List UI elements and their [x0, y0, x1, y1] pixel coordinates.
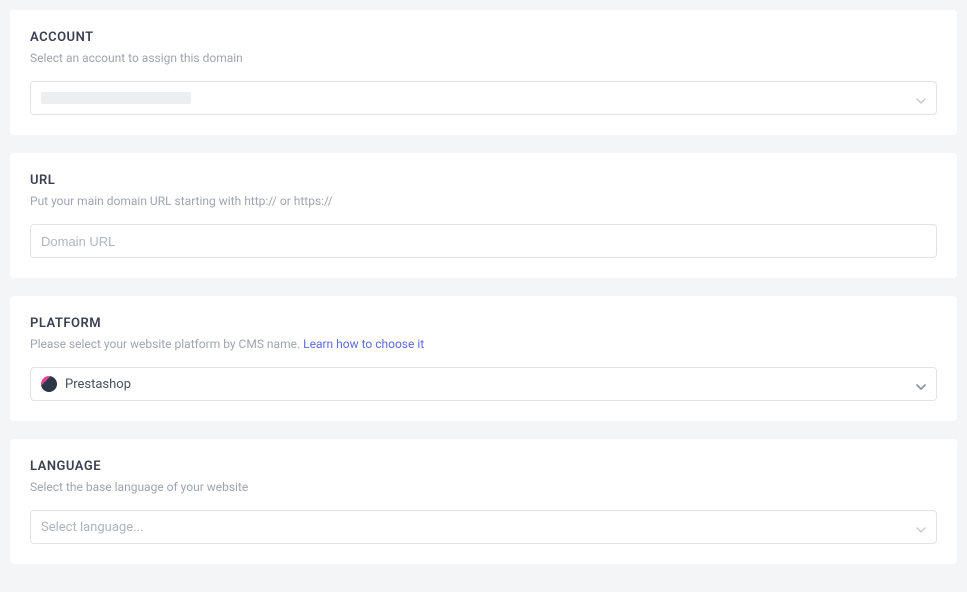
account-desc: Select an account to assign this domain	[30, 51, 937, 65]
chevron-down-icon	[916, 89, 926, 108]
account-select[interactable]	[30, 81, 937, 115]
learn-how-link[interactable]: Learn how to choose it	[303, 337, 424, 351]
language-title: LANGUAGE	[30, 459, 937, 474]
platform-desc: Please select your website platform by C…	[30, 337, 937, 351]
redacted-account-value	[41, 92, 191, 104]
language-select-placeholder: Select language...	[41, 520, 143, 535]
language-select[interactable]: Select language...	[30, 510, 937, 544]
chevron-down-icon	[916, 375, 926, 394]
language-section: LANGUAGE Select the base language of you…	[10, 439, 957, 564]
platform-select-value-wrap: Prestashop	[41, 376, 131, 392]
domain-url-input[interactable]	[30, 224, 937, 258]
url-section: URL Put your main domain URL starting wi…	[10, 153, 957, 278]
account-section: ACCOUNT Select an account to assign this…	[10, 10, 957, 135]
url-title: URL	[30, 173, 937, 188]
platform-section: PLATFORM Please select your website plat…	[10, 296, 957, 421]
url-desc: Put your main domain URL starting with h…	[30, 194, 937, 208]
platform-select[interactable]: Prestashop	[30, 367, 937, 401]
chevron-down-icon	[916, 518, 926, 537]
account-select-value	[41, 92, 191, 104]
prestashop-icon	[41, 376, 57, 392]
platform-title: PLATFORM	[30, 316, 937, 331]
platform-select-value: Prestashop	[65, 377, 131, 392]
account-title: ACCOUNT	[30, 30, 937, 45]
language-desc: Select the base language of your website	[30, 480, 937, 494]
platform-desc-text: Please select your website platform by C…	[30, 337, 303, 351]
language-select-value-wrap: Select language...	[41, 520, 143, 535]
